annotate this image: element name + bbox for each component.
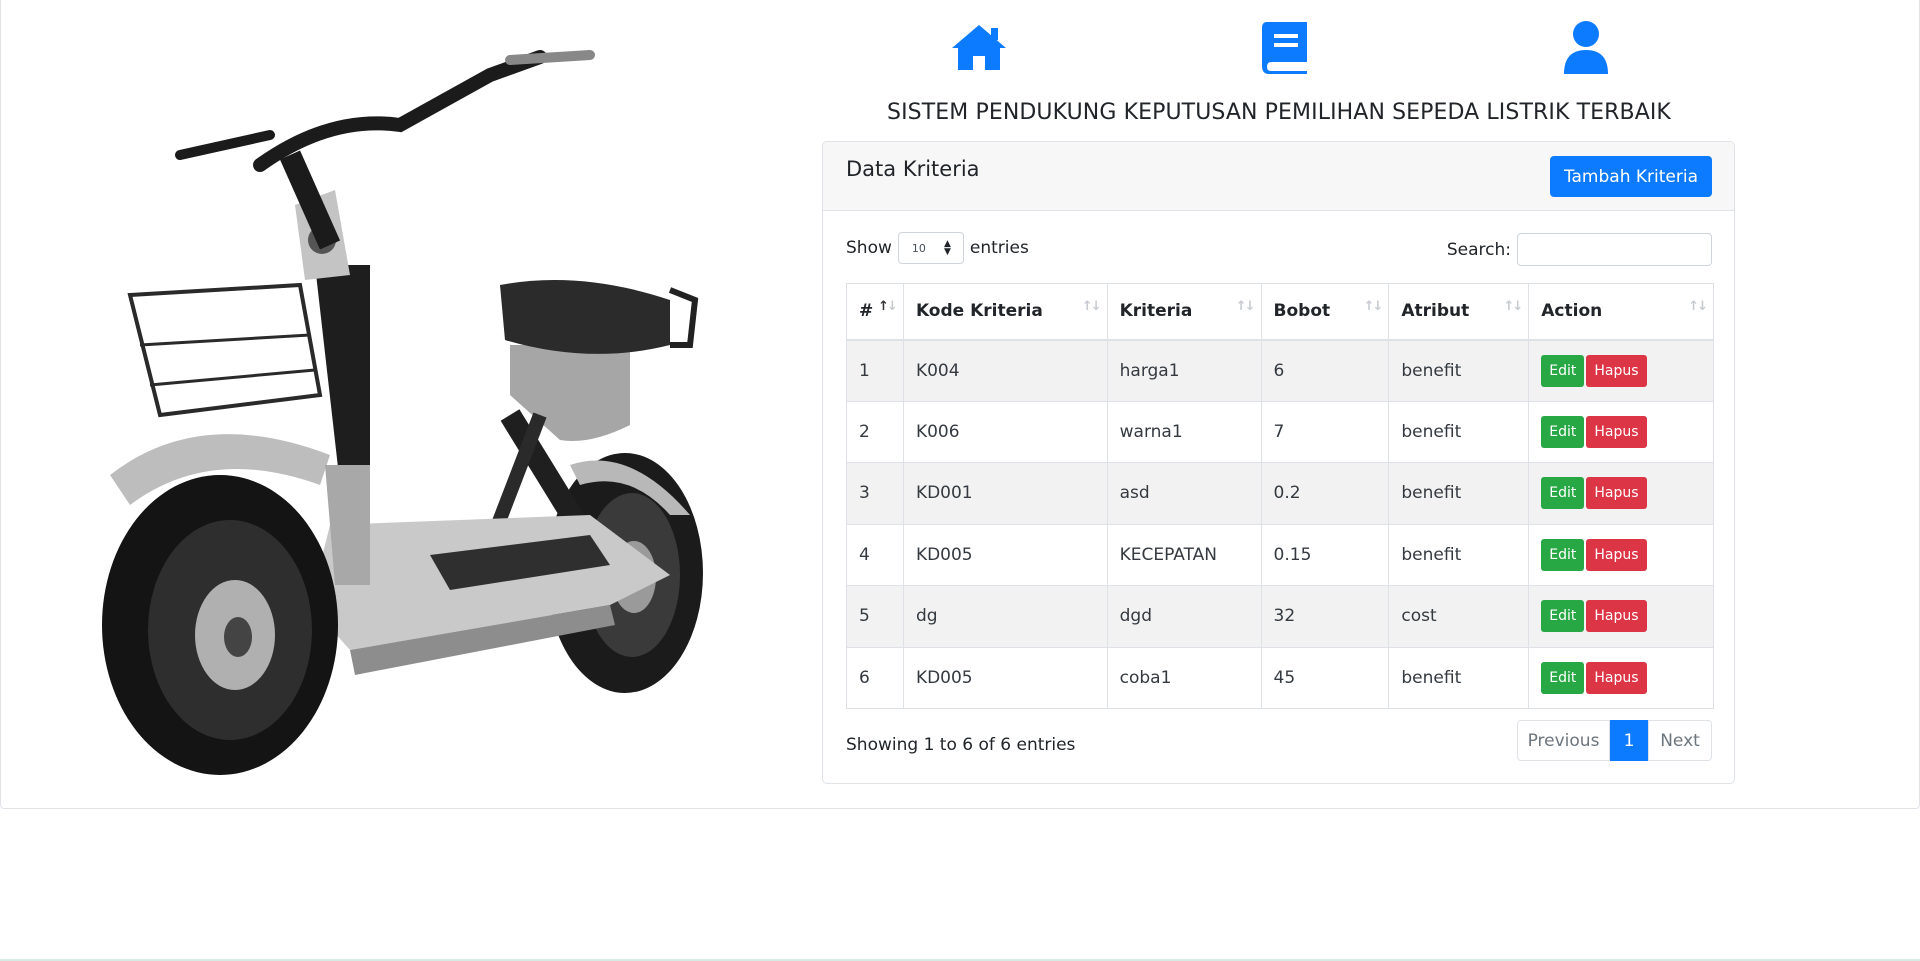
edit-button[interactable]: Edit bbox=[1541, 415, 1585, 448]
column-header-number[interactable]: # ↑↓ bbox=[846, 283, 904, 341]
delete-button[interactable]: Hapus bbox=[1586, 477, 1647, 510]
cell-bobot: 6 bbox=[1260, 339, 1390, 402]
entries-length-control: Show 10 ▲ ▼ entries bbox=[846, 232, 1029, 264]
column-header-bobot[interactable]: Bobot ↑↓ bbox=[1260, 283, 1390, 341]
cell-kode: KD001 bbox=[902, 462, 1108, 525]
table-row: 4 KD005 KECEPATAN 0.15 benefit Edit Hapus bbox=[846, 523, 1714, 586]
cell-number: 5 bbox=[846, 585, 904, 648]
select-arrows-icon: ▲ ▼ bbox=[943, 239, 951, 257]
cell-action: Edit Hapus bbox=[1528, 523, 1714, 586]
cell-action: Edit Hapus bbox=[1528, 339, 1714, 402]
add-criteria-button[interactable]: Tambah Kriteria bbox=[1549, 156, 1712, 197]
column-header-kriteria[interactable]: Kriteria ↑↓ bbox=[1106, 283, 1262, 341]
cell-number: 4 bbox=[846, 523, 904, 586]
table-header-row: # ↑↓ Kode Kriteria ↑↓ Kriteria ↑↓ Bobot ↑↓ A… bbox=[846, 283, 1714, 341]
cell-bobot: 0.2 bbox=[1260, 462, 1390, 525]
cell-kriteria: KECEPATAN bbox=[1106, 523, 1262, 586]
delete-button[interactable]: Hapus bbox=[1586, 600, 1647, 633]
sort-icon: ↑↓ bbox=[878, 299, 898, 314]
search-control: Search: bbox=[1447, 233, 1712, 266]
cell-kriteria: coba1 bbox=[1106, 646, 1262, 709]
search-label: Search: bbox=[1446, 239, 1511, 260]
page-1-button[interactable]: 1 bbox=[1610, 720, 1648, 761]
book-icon[interactable] bbox=[1258, 18, 1312, 76]
cell-action: Edit Hapus bbox=[1528, 585, 1714, 648]
home-icon[interactable] bbox=[946, 18, 1012, 76]
entries-label: entries bbox=[969, 238, 1029, 258]
criteria-table: # ↑↓ Kode Kriteria ↑↓ Kriteria ↑↓ Bobot ↑↓ A… bbox=[846, 283, 1714, 709]
pagination: Previous 1 Next bbox=[1517, 720, 1712, 761]
column-header-kode-kriteria[interactable]: Kode Kriteria ↑↓ bbox=[902, 283, 1108, 341]
cell-number: 2 bbox=[846, 400, 904, 463]
delete-button[interactable]: Hapus bbox=[1586, 354, 1647, 387]
user-icon[interactable] bbox=[1560, 18, 1612, 76]
sort-icon: ↑↓ bbox=[1081, 299, 1102, 314]
app-title: SISTEM PENDUKUNG KEPUTUSAN PEMILIHAN SEP… bbox=[887, 100, 1671, 125]
cell-bobot: 7 bbox=[1260, 400, 1390, 463]
cell-bobot: 45 bbox=[1260, 646, 1390, 709]
next-page-button[interactable]: Next bbox=[1648, 720, 1712, 761]
edit-button[interactable]: Edit bbox=[1541, 477, 1585, 510]
table-row: 3 KD001 asd 0.2 benefit Edit Hapus bbox=[846, 462, 1714, 525]
cell-atribut: benefit bbox=[1388, 339, 1530, 402]
cell-kriteria: asd bbox=[1106, 462, 1262, 525]
delete-button[interactable]: Hapus bbox=[1586, 538, 1647, 571]
cell-kode: K004 bbox=[902, 339, 1108, 402]
sort-icon: ↑↓ bbox=[1363, 299, 1384, 314]
edit-button[interactable]: Edit bbox=[1541, 661, 1585, 694]
cell-atribut: benefit bbox=[1388, 462, 1530, 525]
criteria-card: Data Kriteria Tambah Kriteria Show 10 ▲ ▼… bbox=[822, 141, 1735, 784]
cell-kode: K006 bbox=[902, 400, 1108, 463]
cell-kode: KD005 bbox=[902, 646, 1108, 709]
delete-button[interactable]: Hapus bbox=[1586, 661, 1647, 694]
table-info: Showing 1 to 6 of 6 entries bbox=[846, 735, 1076, 755]
entries-select-value: 10 bbox=[911, 241, 926, 255]
entries-select[interactable]: 10 ▲ ▼ bbox=[897, 232, 964, 264]
column-header-action[interactable]: Action ↑↓ bbox=[1528, 283, 1714, 341]
table-row: 6 KD005 coba1 45 benefit Edit Hapus bbox=[846, 646, 1714, 709]
previous-page-button[interactable]: Previous bbox=[1517, 720, 1610, 761]
cell-bobot: 32 bbox=[1260, 585, 1390, 648]
cell-atribut: benefit bbox=[1388, 523, 1530, 586]
cell-kriteria: warna1 bbox=[1106, 400, 1262, 463]
electric-scooter-image bbox=[102, 50, 703, 775]
cell-atribut: benefit bbox=[1388, 646, 1530, 709]
search-input[interactable] bbox=[1517, 233, 1712, 266]
cell-number: 3 bbox=[846, 462, 904, 525]
cell-kode: KD005 bbox=[902, 523, 1108, 586]
cell-action: Edit Hapus bbox=[1528, 400, 1714, 463]
delete-button[interactable]: Hapus bbox=[1586, 415, 1647, 448]
show-label: Show bbox=[846, 238, 892, 258]
edit-button[interactable]: Edit bbox=[1541, 538, 1585, 571]
table-row: 5 dg dgd 32 cost Edit Hapus bbox=[846, 585, 1714, 648]
cell-atribut: benefit bbox=[1388, 400, 1530, 463]
cell-bobot: 0.15 bbox=[1260, 523, 1390, 586]
cell-atribut: cost bbox=[1388, 585, 1530, 648]
cell-action: Edit Hapus bbox=[1528, 646, 1714, 709]
edit-button[interactable]: Edit bbox=[1541, 600, 1585, 633]
cell-kriteria: dgd bbox=[1106, 585, 1262, 648]
card-header: Data Kriteria Tambah Kriteria bbox=[823, 142, 1734, 211]
cell-action: Edit Hapus bbox=[1528, 462, 1714, 525]
table-row: 1 K004 harga1 6 benefit Edit Hapus bbox=[846, 339, 1714, 402]
sort-icon: ↑↓ bbox=[1235, 299, 1256, 314]
cell-kode: dg bbox=[902, 585, 1108, 648]
column-header-atribut[interactable]: Atribut ↑↓ bbox=[1388, 283, 1530, 341]
cell-kriteria: harga1 bbox=[1106, 339, 1262, 402]
card-title: Data Kriteria bbox=[846, 157, 980, 181]
sort-icon: ↑↓ bbox=[1688, 299, 1708, 314]
cell-number: 1 bbox=[846, 339, 904, 402]
table-row: 2 K006 warna1 7 benefit Edit Hapus bbox=[846, 400, 1714, 463]
sort-icon: ↑↓ bbox=[1503, 299, 1523, 314]
cell-number: 6 bbox=[846, 646, 904, 709]
edit-button[interactable]: Edit bbox=[1541, 354, 1585, 387]
